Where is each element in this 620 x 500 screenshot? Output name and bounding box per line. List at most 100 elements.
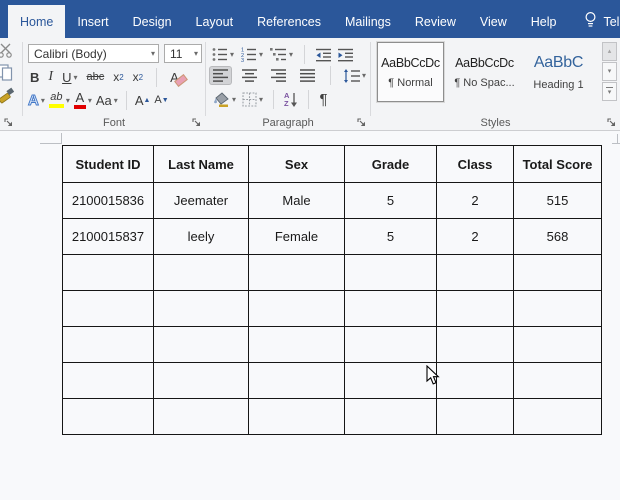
table-cell[interactable] bbox=[153, 254, 249, 291]
tab-view[interactable]: View bbox=[468, 5, 519, 38]
header-cell[interactable]: Student ID bbox=[62, 145, 154, 183]
header-cell[interactable]: Grade bbox=[344, 145, 437, 183]
table-cell[interactable]: 568 bbox=[513, 218, 602, 255]
styles-dialog-launcher-icon[interactable] bbox=[606, 117, 617, 128]
table-cell[interactable] bbox=[344, 362, 437, 399]
underline-button[interactable]: U ▾ bbox=[62, 70, 77, 85]
shrink-font-button[interactable]: A ▼ bbox=[154, 94, 168, 106]
align-left-button[interactable] bbox=[210, 67, 231, 84]
style-no-spacing[interactable]: AaBbCcDc ¶ No Spac... bbox=[451, 42, 518, 102]
style-heading-1[interactable]: AaBbC Heading 1 bbox=[525, 42, 592, 102]
table-cell[interactable]: 5 bbox=[344, 218, 437, 255]
table-cell[interactable]: Male bbox=[248, 182, 345, 219]
copy-icon[interactable] bbox=[0, 64, 14, 86]
clipboard-dialog-launcher-icon[interactable] bbox=[3, 117, 14, 128]
table-cell[interactable] bbox=[248, 398, 345, 435]
grow-font-button[interactable]: A ▲ bbox=[135, 93, 151, 108]
font-size-combobox[interactable]: 11 ▾ bbox=[164, 44, 202, 63]
change-case-button[interactable]: Aa ▾ bbox=[96, 93, 118, 108]
table-cell[interactable] bbox=[153, 398, 249, 435]
strikethrough-button[interactable]: abc bbox=[86, 71, 104, 83]
table-cell[interactable] bbox=[344, 290, 437, 327]
clear-formatting-button[interactable]: A bbox=[170, 70, 179, 85]
header-cell[interactable]: Last Name bbox=[153, 145, 249, 183]
highlight-color-button[interactable]: ab ▾ bbox=[48, 92, 70, 108]
table-cell[interactable]: 5 bbox=[344, 182, 437, 219]
table-cell[interactable] bbox=[62, 362, 154, 399]
table-cell[interactable] bbox=[344, 254, 437, 291]
table-cell[interactable] bbox=[62, 398, 154, 435]
header-cell[interactable]: Sex bbox=[248, 145, 345, 183]
table-cell[interactable]: 2 bbox=[436, 218, 514, 255]
font-color-button[interactable]: A ▾ bbox=[73, 91, 92, 109]
justify-button[interactable] bbox=[297, 67, 318, 84]
format-painter-icon[interactable] bbox=[0, 87, 15, 109]
superscript-button[interactable]: x2 bbox=[133, 70, 143, 84]
cut-icon[interactable] bbox=[0, 43, 15, 63]
table-cell[interactable] bbox=[513, 398, 602, 435]
font-dialog-launcher-icon[interactable] bbox=[191, 117, 202, 128]
tab-home[interactable]: Home bbox=[8, 5, 66, 38]
align-right-button[interactable] bbox=[268, 67, 289, 84]
numbering-button[interactable]: 1 2 3 ▾ bbox=[241, 47, 263, 62]
shading-button[interactable]: ▾ bbox=[212, 91, 236, 108]
paragraph-dialog-launcher-icon[interactable] bbox=[356, 117, 367, 128]
table-cell[interactable] bbox=[344, 326, 437, 363]
tab-design[interactable]: Design bbox=[121, 5, 184, 38]
tab-mailings[interactable]: Mailings bbox=[333, 5, 403, 38]
table-cell[interactable]: 2100015837 bbox=[62, 218, 154, 255]
table-cell[interactable] bbox=[513, 326, 602, 363]
table-cell[interactable] bbox=[436, 398, 514, 435]
tab-insert[interactable]: Insert bbox=[65, 5, 120, 38]
bold-button[interactable]: B bbox=[30, 70, 39, 85]
tab-layout[interactable]: Layout bbox=[184, 5, 246, 38]
style-normal[interactable]: AaBbCcDc ¶ Normal bbox=[377, 42, 444, 102]
table-cell[interactable]: leely bbox=[153, 218, 249, 255]
table-cell[interactable] bbox=[436, 254, 514, 291]
tell-me-box[interactable]: Tell bbox=[570, 5, 620, 38]
styles-gallery-more-button[interactable]: ▾ bbox=[602, 82, 617, 101]
font-name-combobox[interactable]: Calibri (Body) ▾ bbox=[28, 44, 159, 63]
show-paragraph-marks-button[interactable]: ¶ bbox=[319, 91, 327, 108]
table-cell[interactable] bbox=[153, 290, 249, 327]
table-cell[interactable] bbox=[436, 290, 514, 327]
styles-scroll-up-button[interactable]: ▴ bbox=[602, 42, 617, 61]
header-cell[interactable]: Total Score bbox=[513, 145, 602, 183]
table-cell[interactable] bbox=[62, 290, 154, 327]
tab-references[interactable]: References bbox=[245, 5, 333, 38]
increase-indent-button[interactable] bbox=[338, 48, 354, 62]
borders-button[interactable]: ▾ bbox=[242, 92, 263, 107]
table-cell[interactable] bbox=[248, 362, 345, 399]
table-cell[interactable] bbox=[248, 254, 345, 291]
tab-help[interactable]: Help bbox=[519, 5, 569, 38]
header-cell[interactable]: Class bbox=[436, 145, 514, 183]
table-cell[interactable] bbox=[248, 290, 345, 327]
bullets-button[interactable]: ▾ bbox=[212, 47, 234, 62]
table-cell[interactable] bbox=[62, 254, 154, 291]
table-cell[interactable]: 2100015836 bbox=[62, 182, 154, 219]
table-cell[interactable]: 515 bbox=[513, 182, 602, 219]
subscript-button[interactable]: x2 bbox=[113, 70, 123, 84]
table-cell[interactable] bbox=[436, 326, 514, 363]
styles-scroll-down-button[interactable]: ▾ bbox=[602, 62, 617, 81]
italic-button[interactable]: I bbox=[48, 69, 53, 85]
table-cell[interactable] bbox=[153, 362, 249, 399]
table-cell[interactable] bbox=[62, 326, 154, 363]
tab-review[interactable]: Review bbox=[403, 5, 468, 38]
text-effects-button[interactable]: A ▾ bbox=[28, 91, 45, 109]
line-spacing-button[interactable]: ▾ bbox=[343, 68, 366, 83]
align-center-button[interactable] bbox=[239, 67, 260, 84]
sort-button[interactable]: A Z bbox=[284, 92, 298, 107]
document-canvas[interactable]: Student ID Last Name Sex Grade Class Tot… bbox=[0, 132, 620, 500]
table-cell[interactable] bbox=[344, 398, 437, 435]
table-cell[interactable] bbox=[248, 326, 345, 363]
multilevel-list-button[interactable]: ▾ bbox=[270, 47, 293, 62]
table-cell[interactable]: 2 bbox=[436, 182, 514, 219]
table-cell[interactable] bbox=[513, 254, 602, 291]
table-cell[interactable] bbox=[436, 362, 514, 399]
decrease-indent-button[interactable] bbox=[316, 48, 332, 62]
table-cell[interactable] bbox=[513, 362, 602, 399]
table-cell[interactable]: Female bbox=[248, 218, 345, 255]
table-cell[interactable] bbox=[513, 290, 602, 327]
table-cell[interactable] bbox=[153, 326, 249, 363]
